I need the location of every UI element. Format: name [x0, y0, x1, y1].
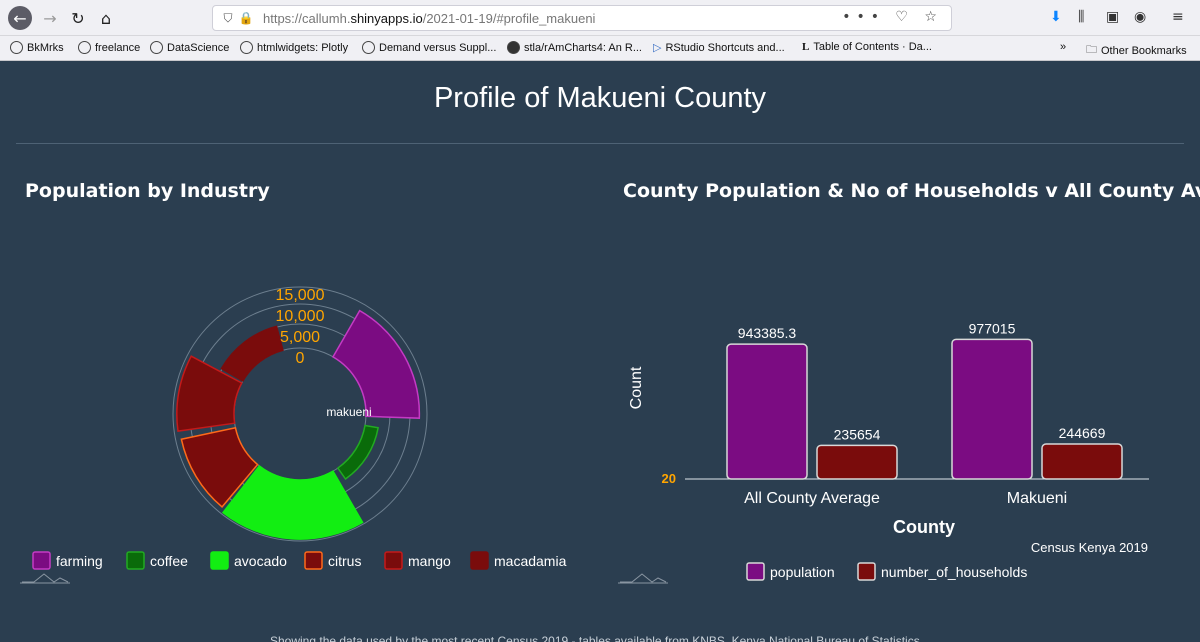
bar-population — [951, 338, 1033, 480]
sidebar-icon[interactable]: ▣ — [1106, 9, 1119, 25]
radial-bar-chart: makueni 15,000 10,000 5,000 0 farming coffee av… — [20, 286, 567, 584]
divider — [16, 143, 1184, 144]
bar-population — [726, 343, 808, 480]
url-prefix: https://callumh. — [263, 10, 351, 26]
lock-icon: 🔒 — [238, 11, 254, 25]
bookmark-item[interactable]: DataScience — [150, 41, 229, 54]
globe-icon — [10, 41, 23, 54]
bookmark-label: htmlwidgets: Plotly — [257, 41, 349, 54]
legend-swatch-avocado — [210, 551, 229, 570]
other-bookmarks-label: Other Bookmarks — [1101, 44, 1187, 57]
letter-l-icon: L — [802, 41, 810, 53]
bookmark-label: Table of Contents · Da... — [813, 41, 932, 53]
globe-icon — [78, 41, 91, 54]
data-label: 977015 — [969, 320, 1016, 336]
radial-bar-coffee — [336, 424, 380, 481]
globe-icon — [240, 41, 253, 54]
legend-label-avocado: avocado — [234, 553, 287, 569]
data-label: 943385.3 — [738, 325, 797, 341]
legend-swatch-farming — [32, 551, 51, 570]
radial-tick-label: 15,000 — [276, 287, 325, 304]
reload-icon[interactable]: ↻ — [66, 6, 90, 30]
legend-label-population: population — [770, 564, 835, 580]
bar-chart: 20 943385.3 235654 All County Average 977015… — [618, 320, 1149, 584]
bar-number_of_households — [1041, 443, 1123, 480]
bookmark-label: freelance — [95, 41, 141, 54]
data-label: 244669 — [1059, 425, 1106, 441]
legend-label-farming: farming — [56, 553, 103, 569]
folder-icon: 🗀 — [1086, 44, 1097, 56]
right-panel-title: County Population & No of Households v A… — [623, 180, 1200, 202]
legend-swatch-number_of_households — [857, 562, 876, 581]
page-title: Profile of Makueni County — [433, 82, 767, 114]
legend-label-citrus: citrus — [328, 553, 361, 569]
page-content: Profile of Makueni County Population by … — [0, 62, 1200, 642]
axis-tick-label: 20 — [662, 471, 676, 486]
chevron-icon: » — [1060, 41, 1067, 53]
bookmark-item[interactable]: htmlwidgets: Plotly — [240, 41, 348, 54]
bookmarks-bar: BkMrks freelance DataScience htmlwidgets… — [0, 36, 1200, 61]
x-axis-title: County — [893, 517, 955, 537]
legend-label-macadamia: macadamia — [494, 553, 567, 569]
y-axis-title: Count — [628, 366, 645, 409]
rstudio-icon: ▷ — [653, 42, 662, 54]
url-path: /2021-01-19/#profile_makueni — [422, 10, 596, 26]
url-bar[interactable]: ⛉ 🔒 https://callumh.shinyapps.io/2021-01… — [212, 5, 952, 31]
overflow-chevron-icon[interactable]: » — [1060, 41, 1066, 53]
radial-bar-macadamia — [220, 325, 284, 383]
home-icon[interactable]: ⌂ — [94, 6, 118, 30]
radial-bar-farming — [331, 309, 421, 419]
legend-label-coffee: coffee — [150, 553, 188, 569]
left-panel-title: Population by Industry — [25, 180, 270, 202]
bookmark-item[interactable]: BkMrks — [10, 41, 64, 54]
forward-arrow-icon[interactable]: → — [38, 6, 62, 30]
bookmark-item[interactable]: ▷ RStudio Shortcuts and... — [653, 41, 785, 55]
bookmark-label: Demand versus Suppl... — [379, 41, 497, 54]
footer-text: Showing the data used by the most recent… — [270, 634, 920, 642]
library-icon[interactable]: ⫼ — [1078, 9, 1084, 25]
legend-label-mango: mango — [408, 553, 451, 569]
browser-toolbar: ← → ↻ ⌂ ⛉ 🔒 https://callumh.shinyapps.io… — [0, 0, 1200, 36]
bookmark-item[interactable]: stla/rAmCharts4: An R... — [507, 41, 642, 54]
bookmark-item[interactable]: Demand versus Suppl... — [362, 41, 496, 54]
back-arrow-icon[interactable]: ← — [8, 6, 32, 30]
data-label: 235654 — [834, 426, 881, 442]
other-bookmarks[interactable]: 🗀 Other Bookmarks — [1086, 41, 1187, 60]
bookmark-item[interactable]: freelance — [78, 41, 140, 54]
legend-swatch-population — [746, 562, 765, 581]
x-tick-label: Makueni — [1007, 490, 1067, 507]
page-actions[interactable]: ••• ♡ ☆ — [842, 9, 943, 25]
radial-tick-label: 10,000 — [276, 308, 325, 325]
url-host: shinyapps.io — [350, 10, 423, 26]
bar-number_of_households — [816, 444, 898, 480]
legend-swatch-mango — [384, 551, 403, 570]
radial-tick-label: 0 — [296, 350, 305, 367]
legend-swatch-macadamia — [470, 551, 489, 570]
account-icon[interactable]: ◉ — [1134, 9, 1146, 25]
logo-watermark-icon — [22, 573, 69, 583]
logo-watermark-icon — [620, 573, 667, 583]
legend-swatch-citrus — [304, 551, 323, 570]
bookmark-label: BkMrks — [27, 41, 64, 54]
chart-credit: Census Kenya 2019 — [1031, 540, 1148, 555]
legend-swatch-coffee — [126, 551, 145, 570]
more-actions-icon[interactable]: ••• — [842, 9, 885, 25]
menu-icon[interactable]: ≡ — [1172, 9, 1184, 25]
bookmark-item[interactable]: L Table of Contents · Da... — [802, 41, 932, 53]
bookmark-label: DataScience — [167, 41, 230, 54]
bookmark-label: stla/rAmCharts4: An R... — [524, 41, 642, 54]
center-label: makueni — [326, 405, 371, 419]
download-icon[interactable]: ⬇ — [1050, 9, 1062, 25]
browser-window: ← → ↻ ⌂ ⛉ 🔒 https://callumh.shinyapps.io… — [0, 0, 1200, 642]
shield-icon: ⛉ — [223, 10, 233, 25]
x-tick-label: All County Average — [744, 490, 880, 507]
url-text[interactable]: https://callumh.shinyapps.io/2021-01-19/… — [263, 11, 595, 26]
radial-tick-label: 5,000 — [280, 329, 320, 346]
bookmark-label: RStudio Shortcuts and... — [665, 41, 785, 54]
github-icon — [507, 41, 520, 54]
globe-icon — [150, 41, 163, 54]
globe-icon — [362, 41, 375, 54]
legend-label-number_of_households: number_of_households — [881, 564, 1027, 580]
